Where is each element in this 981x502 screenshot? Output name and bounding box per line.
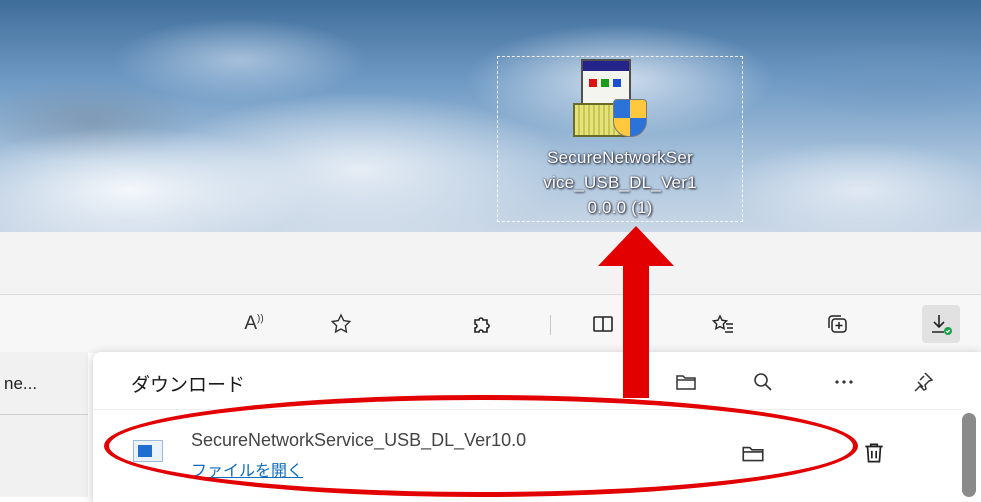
downloads-icon[interactable] [922,305,960,343]
browser-toolbar: A)) [0,294,981,353]
search-icon[interactable] [745,364,781,400]
tab-divider [0,414,88,415]
read-aloud-icon[interactable]: A)) [235,305,273,343]
tab-strip: ne... [0,352,88,497]
downloads-scrollbar[interactable] [962,413,976,497]
browser-frame [0,232,981,294]
installer-shield-icon [573,59,659,141]
toolbar-separator [550,315,551,335]
delete-trash-icon[interactable] [855,434,893,472]
red-arrow-annotation [598,226,674,398]
desktop-wallpaper: SecureNetworkSer vice_USB_DL_Ver1 0.0.0 … [0,0,981,232]
favorite-star-icon[interactable] [322,305,360,343]
desktop-file-icon[interactable]: SecureNetworkSer vice_USB_DL_Ver1 0.0.0 … [497,56,743,222]
red-ellipse-annotation [104,395,858,497]
extensions-puzzle-icon[interactable] [464,305,502,343]
more-options-icon[interactable] [826,364,862,400]
favorites-list-icon[interactable] [704,305,742,343]
tab-title-snippet[interactable]: ne... [4,374,37,394]
desktop-file-label: SecureNetworkSer vice_USB_DL_Ver1 0.0.0 … [543,148,697,217]
downloads-title: ダウンロード [131,375,246,396]
collections-icon[interactable] [818,305,856,343]
pin-icon[interactable] [905,364,941,400]
